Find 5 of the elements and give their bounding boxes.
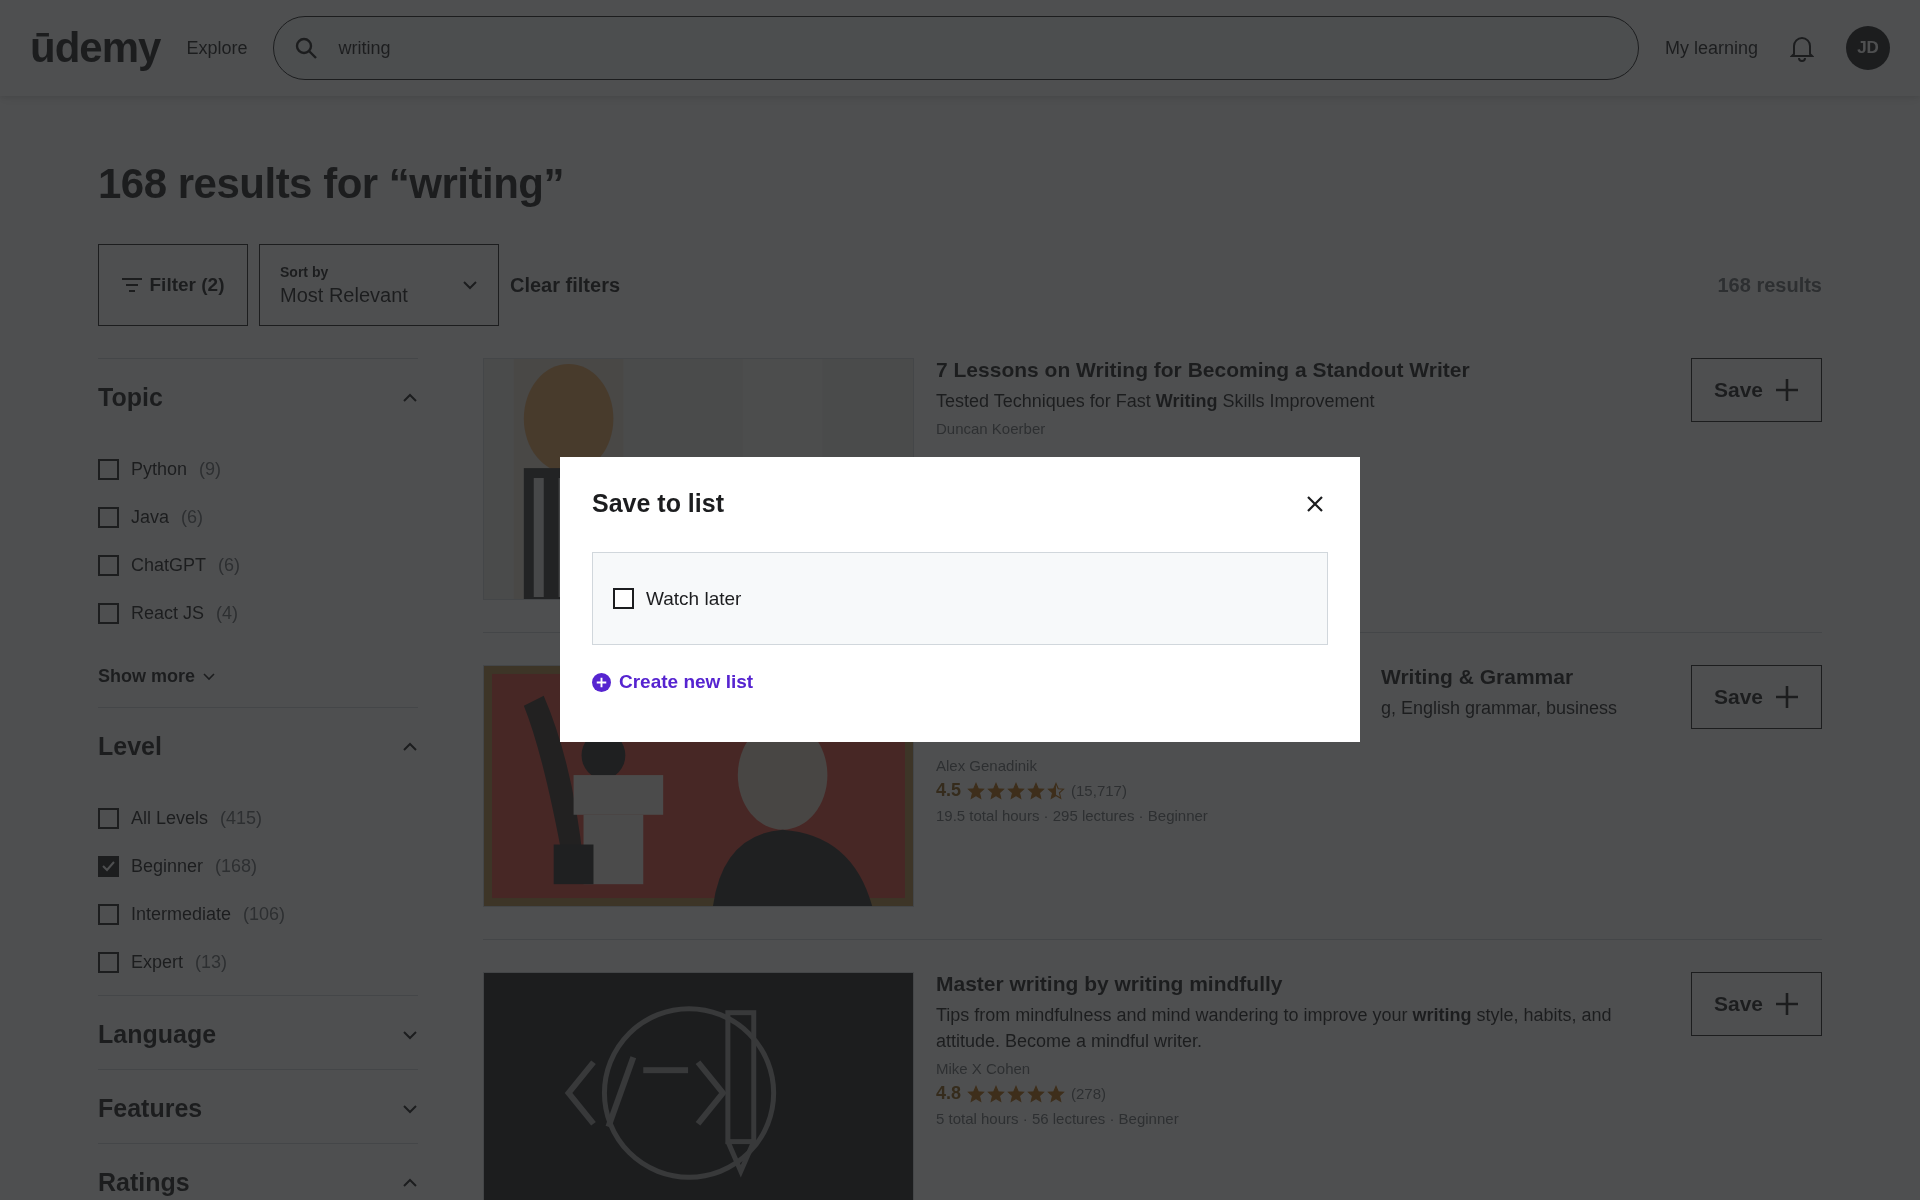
list-option-label: Watch later — [646, 587, 742, 610]
create-new-list-link[interactable]: Create new list — [592, 671, 754, 693]
plus-circle-icon — [592, 672, 611, 692]
dialog-title: Save to list — [592, 489, 724, 518]
checkbox[interactable] — [613, 588, 634, 609]
